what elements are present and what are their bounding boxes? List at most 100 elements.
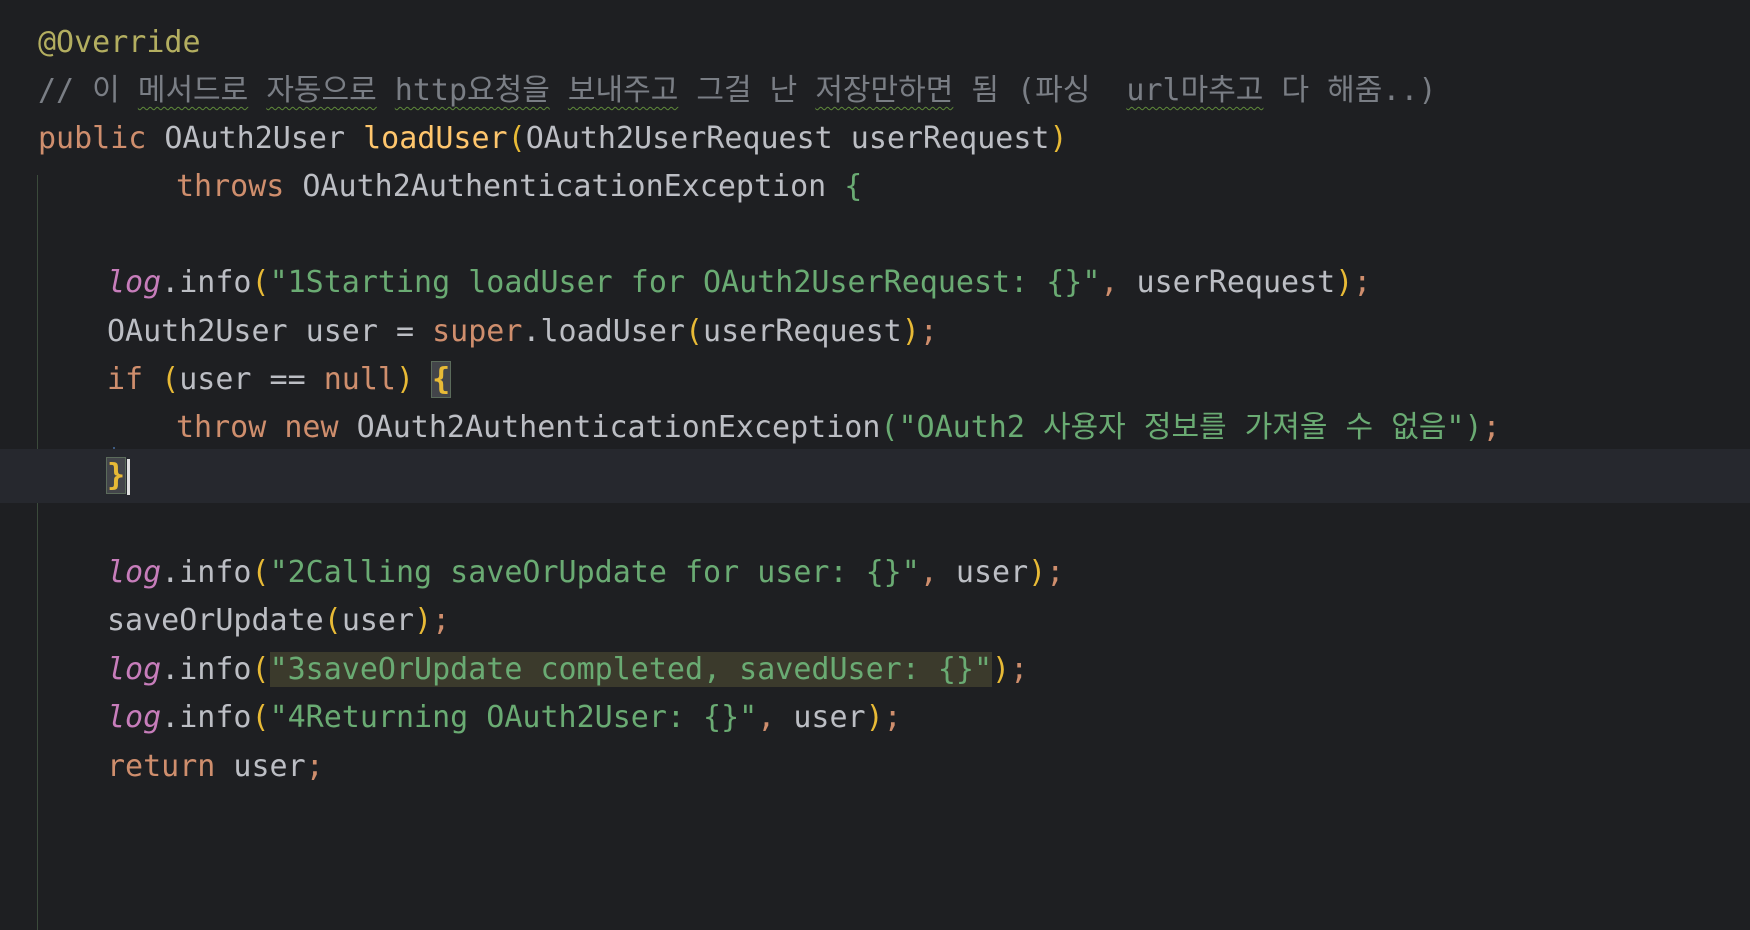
paren: (: [323, 603, 342, 638]
log-statement: log.info("4Returning OAuth2User: {}", us…: [107, 691, 902, 745]
comma: ,: [757, 700, 794, 735]
paren: ): [1028, 555, 1047, 590]
argument: userRequest: [703, 314, 902, 349]
argument: user: [955, 555, 1029, 590]
code-line-9-current[interactable]: }: [0, 449, 1750, 503]
parameters: OAuth2UserRequest userRequest: [525, 121, 1050, 156]
paren: (: [251, 652, 270, 687]
code-line-11[interactable]: saveOrUpdate(user);: [0, 594, 1750, 648]
argument: userRequest: [1136, 265, 1336, 300]
comment-text: // 이: [38, 73, 138, 108]
keyword: super: [432, 314, 523, 349]
comma: ,: [1100, 265, 1137, 300]
code-line-12[interactable]: log.info("3saveOrUpdate completed, saved…: [0, 643, 1750, 697]
keyword: null: [323, 362, 396, 397]
comment-typo: url마추고: [1126, 73, 1264, 108]
annotation-token: @Override: [38, 25, 201, 60]
paren: (: [251, 700, 270, 735]
paren: (: [684, 314, 704, 349]
code-line-3[interactable]: public OAuth2User loadUser(OAuth2UserReq…: [0, 112, 1750, 166]
paren: (: [161, 362, 180, 397]
keyword: new: [266, 410, 339, 445]
string-literal: "OAuth2 사용자 정보를 가져올 수 없음": [898, 410, 1465, 445]
method-signature: public OAuth2User loadUser(OAuth2UserReq…: [38, 112, 1068, 166]
matched-brace: }: [105, 457, 127, 494]
method-call: .info: [161, 700, 252, 735]
code-line-10[interactable]: log.info("2Calling saveOrUpdate for user…: [0, 546, 1750, 600]
comment-text: [550, 73, 568, 108]
comment-text: 다 해줌..): [1263, 73, 1437, 108]
declaration: OAuth2User user =: [107, 314, 433, 349]
comment-typo: 저장만하면: [815, 73, 954, 108]
method-call: .info: [161, 265, 252, 300]
paren: ): [865, 700, 884, 735]
if-statement: if (user == null) {: [107, 353, 452, 407]
field-log: log: [107, 555, 162, 590]
code-line-2[interactable]: // 이 메서드로 자동으로 http요청을 보내주고 그걸 난 저장만하면 됨…: [0, 64, 1750, 118]
string-literal: "1Starting loadUser for OAuth2UserReques…: [269, 265, 1101, 300]
code-editor[interactable]: @Override // 이 메서드로 자동으로 http요청을 보내주고 그걸…: [0, 0, 1750, 930]
brace: {: [844, 169, 863, 204]
condition: user ==: [179, 362, 324, 397]
comment-typo: 보내주고: [567, 73, 679, 108]
comment: // 이 메서드로 자동으로 http요청을 보내주고 그걸 난 저장만하면 됨…: [38, 64, 1437, 118]
method-name: loadUser: [363, 121, 508, 156]
semicolon: ;: [1046, 555, 1065, 590]
code-line-4[interactable]: throws OAuth2AuthenticationException {: [0, 160, 1750, 214]
paren: (: [880, 410, 899, 445]
paren: ): [992, 652, 1011, 687]
throws-clause: throws OAuth2AuthenticationException {: [176, 160, 862, 214]
method-call: .info: [161, 555, 252, 590]
comment-text: 됨 (파싱: [953, 73, 1127, 108]
throw-statement: throw new OAuth2AuthenticationException(…: [176, 401, 1501, 455]
highlighted-string-literal: "3saveOrUpdate completed, savedUser: {}": [269, 652, 993, 687]
paren: (: [507, 121, 526, 156]
comment-typo: 메서드로: [137, 73, 249, 108]
code-line-7[interactable]: if (user == null) {: [0, 353, 1750, 407]
paren: ): [1049, 121, 1068, 156]
semicolon: ;: [1353, 265, 1372, 300]
method-call: .loadUser: [522, 314, 685, 349]
string-literal: "4Returning OAuth2User: {}": [269, 700, 758, 735]
comment-text: [248, 73, 266, 108]
paren: ): [396, 362, 415, 397]
paren: (: [251, 555, 270, 590]
type-name: OAuth2AuthenticationException: [338, 410, 881, 445]
text-caret: [127, 458, 131, 495]
paren: (: [251, 265, 270, 300]
string-literal: "2Calling saveOrUpdate for user: {}": [269, 555, 920, 590]
paren: ): [1464, 410, 1483, 445]
comma: ,: [919, 555, 956, 590]
log-statement: log.info("2Calling saveOrUpdate for user…: [107, 546, 1064, 600]
method-call: saveOrUpdate: [107, 603, 324, 638]
paren: ): [414, 603, 433, 638]
comment-typo: 자동으로: [266, 73, 377, 108]
call-statement: saveOrUpdate(user);: [107, 594, 450, 648]
type-name: OAuth2User: [146, 121, 364, 156]
matched-brace: {: [431, 361, 452, 398]
code-line-13[interactable]: log.info("4Returning OAuth2User: {}", us…: [0, 691, 1750, 745]
log-statement: log.info("1Starting loadUser for OAuth2U…: [107, 256, 1371, 310]
type-name: OAuth2AuthenticationException: [284, 169, 845, 204]
comment-typo: http요청을: [394, 73, 550, 108]
assignment-statement: OAuth2User user = super.loadUser(userReq…: [107, 305, 938, 359]
code-line-1[interactable]: @Override: [0, 16, 1750, 70]
semicolon: ;: [919, 314, 938, 349]
paren: ): [1335, 265, 1354, 300]
keyword: return: [107, 749, 216, 784]
keyword: throw: [176, 410, 267, 445]
field-log: log: [107, 700, 162, 735]
argument: user: [793, 700, 866, 735]
semicolon: ;: [883, 700, 902, 735]
log-statement: log.info("3saveOrUpdate completed, saved…: [107, 643, 1028, 697]
code-line-14[interactable]: return user;: [0, 740, 1750, 794]
return-value: user: [215, 749, 306, 784]
code-line-6[interactable]: OAuth2User user = super.loadUser(userReq…: [0, 305, 1750, 359]
code-line-8[interactable]: throw new OAuth2AuthenticationException(…: [0, 401, 1750, 455]
keyword: if: [107, 362, 144, 397]
code-line-5[interactable]: log.info("1Starting loadUser for OAuth2U…: [0, 256, 1750, 310]
semicolon: ;: [1482, 410, 1501, 445]
keyword: throws: [176, 169, 285, 204]
